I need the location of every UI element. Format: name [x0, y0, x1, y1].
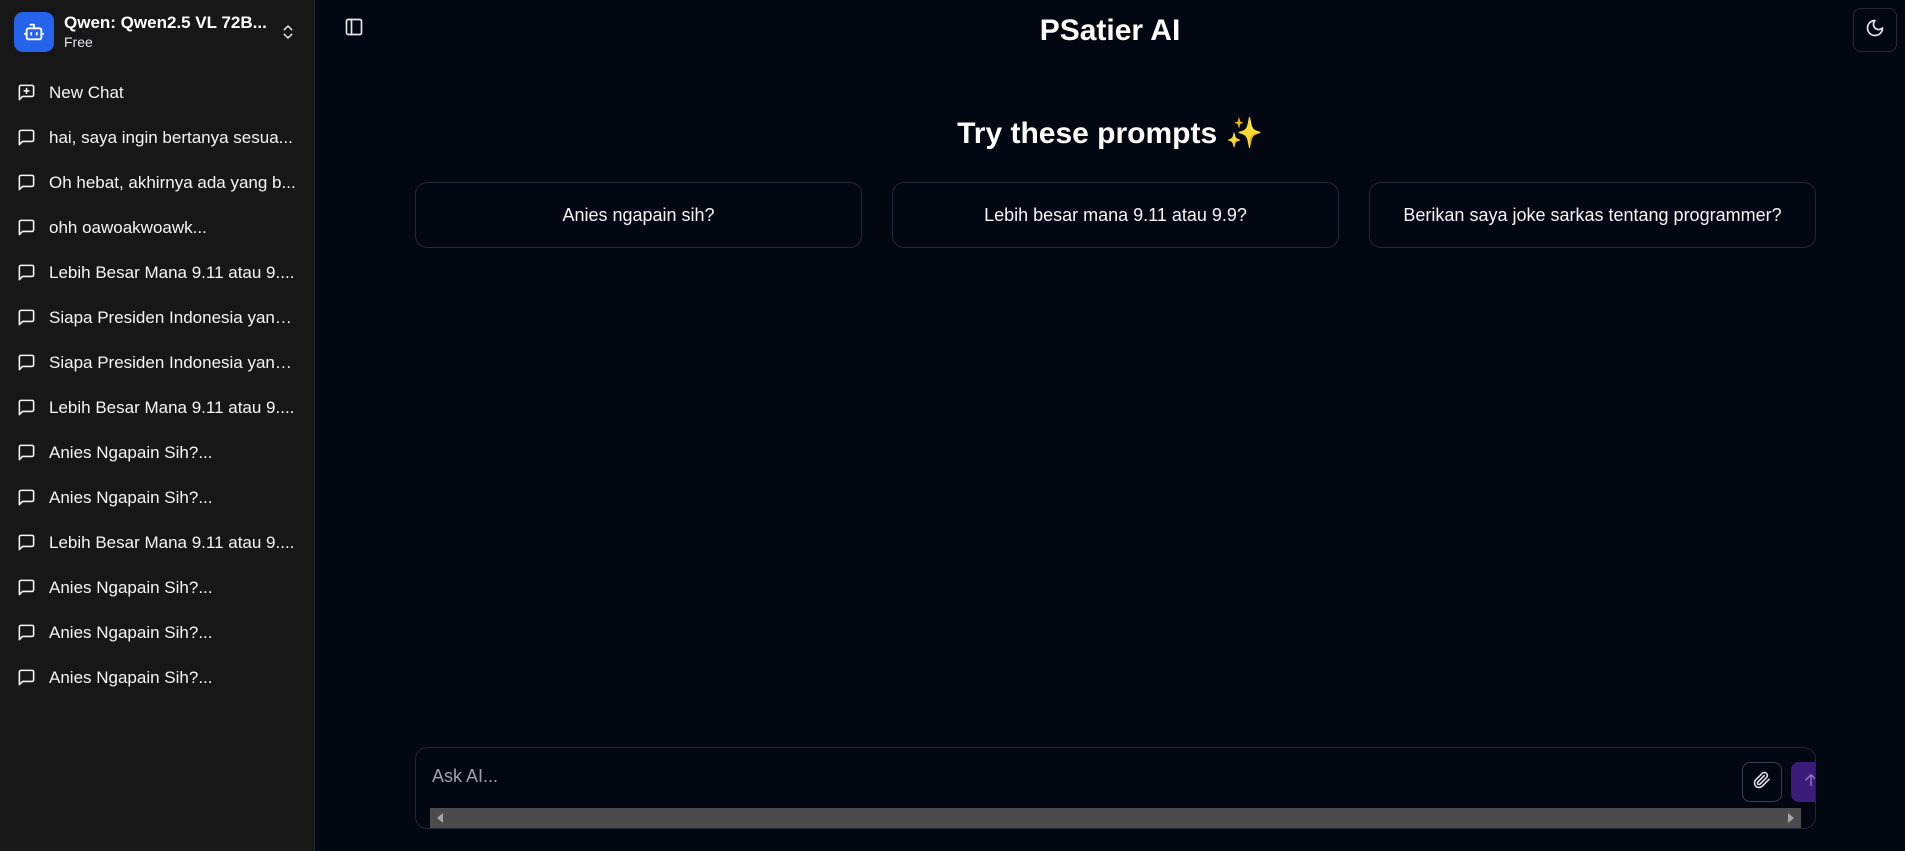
- message-square-plus-icon: [16, 83, 36, 103]
- chat-history-label: Siapa Presiden Indonesia yang...: [49, 352, 298, 372]
- chat-history-label: ohh oawoakwoawk...: [49, 217, 207, 237]
- scroll-left-icon[interactable]: [436, 813, 446, 823]
- prompt-card[interactable]: Berikan saya joke sarkas tentang program…: [1369, 182, 1816, 248]
- app-root: Qwen: Qwen2.5 VL 72B... Free New Chat ha…: [0, 0, 1905, 851]
- model-name: Qwen: Qwen2.5 VL 72B...: [64, 13, 267, 32]
- prompt-card[interactable]: Anies ngapain sih?: [415, 182, 862, 248]
- chat-history-label: Anies Ngapain Sih?...: [49, 487, 213, 507]
- message-square-icon: [16, 623, 36, 643]
- chat-history-item[interactable]: Anies Ngapain Sih?...: [8, 565, 306, 610]
- bot-icon: [14, 12, 54, 52]
- chat-history-label: Lebih Besar Mana 9.11 atau 9....: [49, 262, 295, 282]
- attach-file-button[interactable]: [1742, 762, 1782, 802]
- chat-history-item[interactable]: Lebih Besar Mana 9.11 atau 9....: [8, 520, 306, 565]
- chat-history-item[interactable]: Anies Ngapain Sih?...: [8, 655, 306, 700]
- message-square-icon: [16, 128, 36, 148]
- chat-history-label: Oh hebat, akhirnya ada yang b...: [49, 172, 296, 192]
- theme-toggle-button[interactable]: [1853, 8, 1897, 52]
- horizontal-scrollbar[interactable]: [430, 808, 1801, 828]
- chat-history-item[interactable]: ohh oawoakwoawk...: [8, 205, 306, 250]
- model-tier: Free: [64, 34, 93, 50]
- chat-history-item[interactable]: Lebih Besar Mana 9.11 atau 9....: [8, 250, 306, 295]
- app-title: PSatier AI: [1039, 14, 1181, 47]
- send-button[interactable]: [1791, 762, 1815, 802]
- chat-history-item[interactable]: Siapa Presiden Indonesia yang...: [8, 340, 306, 385]
- message-square-icon: [16, 668, 36, 688]
- chat-history-label: Anies Ngapain Sih?...: [49, 442, 213, 462]
- chat-history-item[interactable]: Anies Ngapain Sih?...: [8, 430, 306, 475]
- chat-history-item[interactable]: Anies Ngapain Sih?...: [8, 475, 306, 520]
- model-switcher[interactable]: Qwen: Qwen2.5 VL 72B... Free: [10, 6, 304, 58]
- ask-ai-input[interactable]: [432, 762, 1632, 790]
- message-square-icon: [16, 308, 36, 328]
- message-square-icon: [16, 173, 36, 193]
- chat-history-item[interactable]: Oh hebat, akhirnya ada yang b...: [8, 160, 306, 205]
- model-info: Qwen: Qwen2.5 VL 72B... Free: [64, 13, 276, 51]
- new-chat-button[interactable]: New Chat: [8, 70, 306, 115]
- chat-history-item[interactable]: Lebih Besar Mana 9.11 atau 9....: [8, 385, 306, 430]
- prompt-card[interactable]: Lebih besar mana 9.11 atau 9.9?: [892, 182, 1339, 248]
- message-square-icon: [16, 533, 36, 553]
- chat-history-label: Anies Ngapain Sih?...: [49, 667, 213, 687]
- main-panel: PSatier AI Try these prompts ✨ Anies nga…: [315, 0, 1905, 851]
- message-square-icon: [16, 398, 36, 418]
- message-square-icon: [16, 488, 36, 508]
- chevrons-up-down-icon: [276, 20, 300, 44]
- arrow-up-icon: [1802, 771, 1815, 794]
- new-chat-label: New Chat: [49, 82, 124, 102]
- chat-list: New Chat hai, saya ingin bertanya sesua.…: [0, 70, 314, 700]
- prompt-suggestions: Anies ngapain sih? Lebih besar mana 9.11…: [415, 182, 1816, 248]
- chat-history-label: Anies Ngapain Sih?...: [49, 622, 213, 642]
- chat-history-label: Siapa Presiden Indonesia yang...: [49, 307, 298, 327]
- chat-history-label: hai, saya ingin bertanya sesua...: [49, 127, 293, 147]
- prompts-heading: Try these prompts ✨: [957, 117, 1263, 150]
- message-square-icon: [16, 263, 36, 283]
- message-square-icon: [16, 218, 36, 238]
- chat-history-label: Lebih Besar Mana 9.11 atau 9....: [49, 532, 295, 552]
- chat-composer: [415, 747, 1816, 829]
- paperclip-icon: [1753, 771, 1771, 794]
- message-square-icon: [16, 443, 36, 463]
- chat-history-label: Lebih Besar Mana 9.11 atau 9....: [49, 397, 295, 417]
- sidebar: Qwen: Qwen2.5 VL 72B... Free New Chat ha…: [0, 0, 315, 851]
- message-square-icon: [16, 578, 36, 598]
- chat-history-item[interactable]: Anies Ngapain Sih?...: [8, 610, 306, 655]
- scroll-right-icon[interactable]: [1785, 813, 1795, 823]
- chat-history-label: Anies Ngapain Sih?...: [49, 577, 213, 597]
- chat-history-item[interactable]: hai, saya ingin bertanya sesua...: [8, 115, 306, 160]
- chat-history-item[interactable]: Siapa Presiden Indonesia yang...: [8, 295, 306, 340]
- message-square-icon: [16, 353, 36, 373]
- moon-icon: [1865, 18, 1885, 43]
